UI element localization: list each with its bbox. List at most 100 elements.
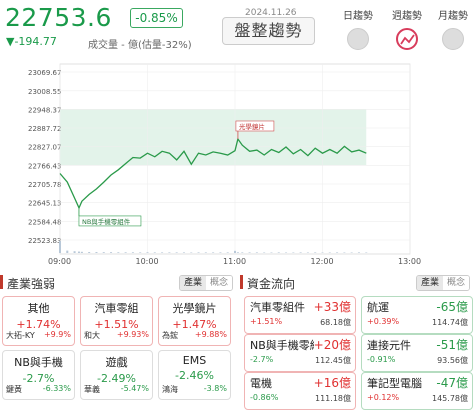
volume-bar xyxy=(66,250,69,253)
index-change-pct-badge: -0.85% xyxy=(130,8,183,28)
tab-industry[interactable]: 產業 xyxy=(416,276,443,290)
y-tick-label: 22948.37 xyxy=(28,106,61,114)
volume-bar xyxy=(59,241,61,253)
leader-stock-pct: -5.47% xyxy=(120,384,149,393)
volume-bar xyxy=(110,252,113,253)
intraday-chart-svg: 23069.67 23008.55 22948.37 22887.72 22827.07… xyxy=(28,63,421,266)
fund-flow-tab-group: 產業 概念 xyxy=(415,275,470,291)
y-tick-label: 23069.67 xyxy=(28,69,61,77)
volume-bar xyxy=(146,252,149,253)
intraday-chart[interactable]: 23069.67 23008.55 22948.37 22887.72 22827.07… xyxy=(0,62,474,267)
x-tick-label: 12:00 xyxy=(311,257,334,266)
industry-cell[interactable]: 遊戲 -2.49% 華義 -5.47% xyxy=(80,350,153,400)
volume-bar xyxy=(124,252,127,253)
flow-amount: -65億 xyxy=(436,300,468,314)
flow-volume: 68.18億 xyxy=(320,318,351,327)
annotation-label: NB與手機零組件 xyxy=(82,217,131,226)
flow-amount: +20億 xyxy=(313,338,351,352)
volume-bar xyxy=(226,252,229,253)
industry-name: EMS xyxy=(182,354,207,367)
industry-name: 遊戲 xyxy=(105,356,128,369)
leader-stock-name: 和大 xyxy=(84,331,100,340)
fund-flow-title: 資金流向 xyxy=(247,277,296,291)
fund-flow-cell[interactable]: 電機 +16億 -0.86% 111.18億 xyxy=(244,372,356,410)
fund-flow-cell[interactable]: 筆記型電腦 -47億 +0.12% 145.78億 xyxy=(361,372,473,410)
tab-daily-trend-label: 日趨勢 xyxy=(343,11,373,22)
leader-stock-name: 鍵黃 xyxy=(6,385,22,394)
fund-flow-cell[interactable]: NB與手機零組件+20億 -2.7% 112.45億 xyxy=(244,334,356,372)
volume-bar xyxy=(102,252,105,253)
industry-cell[interactable]: 光學鏡片 +1.47% 為鋐 +9.88% xyxy=(158,296,231,346)
daily-trend-indicator-icon xyxy=(347,28,369,50)
volume-bar xyxy=(161,252,164,253)
industry-name: 其他 xyxy=(27,302,50,315)
flow-change-pct: +0.12% xyxy=(367,393,400,402)
volume-bar xyxy=(73,251,76,253)
volume-bar xyxy=(314,252,317,253)
volume-bar xyxy=(139,252,142,253)
flow-industry-name: NB與手機零組件 xyxy=(250,339,314,352)
fund-flow-cell[interactable]: 航運 -65億 +0.39% 114.74億 xyxy=(361,296,473,334)
tab-monthly-trend-label: 月趨勢 xyxy=(438,11,468,22)
y-tick-label: 22827.07 xyxy=(28,144,61,152)
flow-amount: +33億 xyxy=(313,300,351,314)
fund-flow-panel: 資金流向 產業 概念 汽車零組件 +33億 +1.51% 68.18億 航運 -65億 +0… xyxy=(240,272,474,412)
tab-weekly-trend[interactable]: 週趨勢 xyxy=(385,7,429,50)
flow-industry-name: 連接元件 xyxy=(367,339,411,352)
volume-bar xyxy=(204,252,207,253)
tab-industry[interactable]: 產業 xyxy=(179,276,206,290)
flow-amount: -47億 xyxy=(436,376,468,390)
leader-stock-pct: +9.9% xyxy=(43,330,71,339)
tab-concept[interactable]: 概念 xyxy=(442,276,469,290)
volume-bar xyxy=(175,252,178,253)
flow-volume: 145.78億 xyxy=(432,394,468,403)
tab-daily-trend[interactable]: 日趨勢 xyxy=(336,7,380,50)
trend-status-button[interactable]: 盤整趨勢 xyxy=(222,17,315,45)
volume-bar xyxy=(212,252,215,253)
industry-cell[interactable]: 汽車零組 +1.51% 和大 +9.93% xyxy=(80,296,153,346)
volume-bar xyxy=(236,252,239,253)
leader-stock-pct: +9.88% xyxy=(194,330,227,339)
annotation-label: 光學鏡片 xyxy=(239,122,265,131)
x-tick-label: 10:00 xyxy=(136,257,159,266)
flow-amount: +16億 xyxy=(313,376,351,390)
volume-bar xyxy=(277,252,280,253)
industry-strength-title: 產業強弱 xyxy=(7,277,56,291)
section-marker xyxy=(0,275,3,289)
flow-industry-name: 電機 xyxy=(250,377,272,390)
leader-stock-name: 大拓-KY xyxy=(6,331,35,340)
volume-bar xyxy=(182,252,185,253)
industry-cell[interactable]: 其他 +1.74% 大拓-KY +9.9% xyxy=(2,296,75,346)
volume-bar xyxy=(197,252,200,253)
index-change-points: ▼-194.77 xyxy=(6,35,57,48)
flow-change-pct: +1.51% xyxy=(250,317,283,326)
tab-concept[interactable]: 概念 xyxy=(205,276,232,290)
industry-name: 汽車零組 xyxy=(94,302,139,315)
flow-change-pct: -0.91% xyxy=(367,355,396,364)
flow-volume: 93.56億 xyxy=(437,356,468,365)
leader-stock-name: 華義 xyxy=(84,385,100,394)
industry-cell[interactable]: NB與手機 -2.7% 鍵黃 -6.33% xyxy=(2,350,75,400)
volume-bar xyxy=(131,252,134,253)
flow-change-pct: +0.39% xyxy=(367,317,400,326)
y-tick-label: 22887.72 xyxy=(28,125,61,133)
leader-stock-name: 鴻海 xyxy=(162,385,178,394)
range-band xyxy=(60,109,367,166)
industry-strength-panel: 產業強弱 產業 概念 其他 +1.74% 大拓-KY +9.9% 汽車零組 +1.51% 和… xyxy=(0,272,237,412)
tab-monthly-trend[interactable]: 月趨勢 xyxy=(431,7,474,50)
index-value: 22753.6 xyxy=(5,3,112,32)
section-marker xyxy=(240,275,243,289)
volume-bar xyxy=(77,251,80,253)
index-header: 22753.6 -0.85% ▼-194.77 成交量 - 億(估量-32%) … xyxy=(0,0,474,62)
volume-bar xyxy=(153,252,156,253)
flow-change-pct: -0.86% xyxy=(250,393,279,402)
industry-tab-group: 產業 概念 xyxy=(178,275,233,291)
industry-cell[interactable]: EMS -2.46% 鴻海 -3.8% xyxy=(158,350,231,400)
volume-bar xyxy=(255,252,258,253)
fund-flow-cell[interactable]: 汽車零組件 +33億 +1.51% 68.18億 xyxy=(244,296,356,334)
y-tick-label: 22645.13 xyxy=(28,200,61,208)
leader-stock-pct: -6.33% xyxy=(42,384,71,393)
tab-weekly-trend-label: 週趨勢 xyxy=(392,11,422,22)
volume-bar xyxy=(219,252,222,253)
fund-flow-cell[interactable]: 連接元件 -51億 -0.91% 93.56億 xyxy=(361,334,473,372)
